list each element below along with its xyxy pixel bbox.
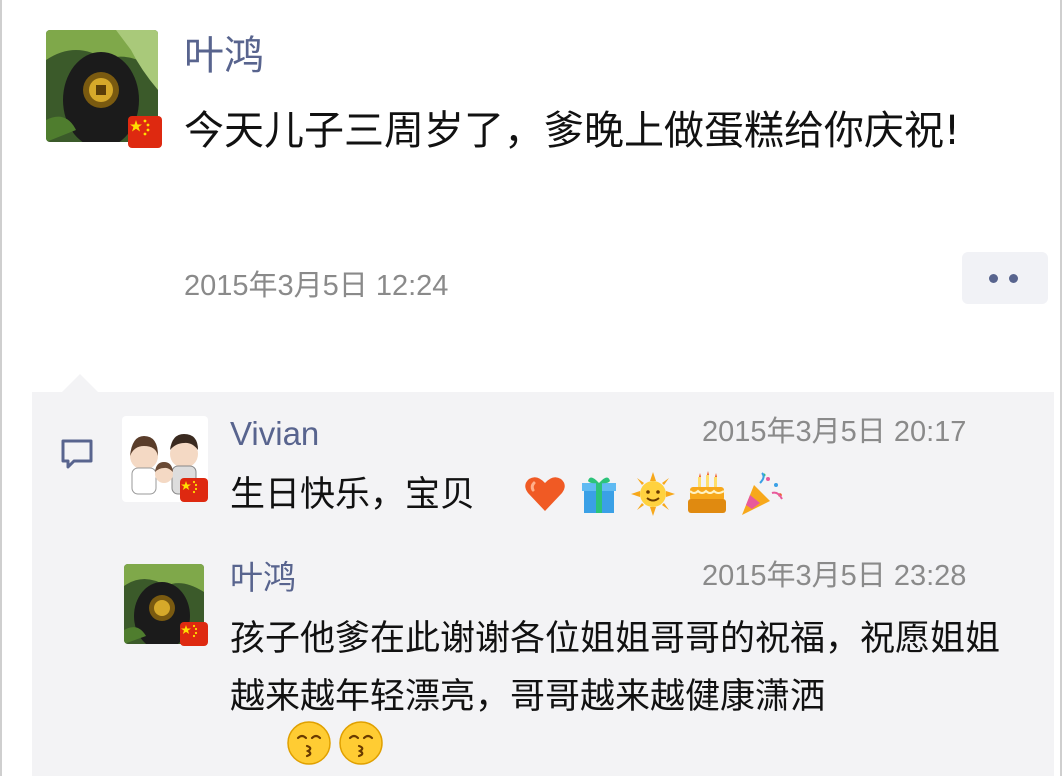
post-author-name[interactable]: 叶鸿 [184, 30, 264, 82]
more-dot-icon [1009, 274, 1018, 283]
comment-timestamp: 2015年3月5日 20:17 [702, 416, 967, 448]
post-timestamp: 2015年3月5日 12:24 [184, 270, 449, 302]
gift-icon [576, 471, 622, 517]
more-actions-button[interactable] [962, 252, 1048, 304]
china-flag-icon [180, 622, 208, 646]
comment-emoji-row [522, 468, 784, 520]
post-text: 今天儿子三周岁了，爹晚上做蛋糕给你庆祝! [184, 108, 961, 154]
china-flag-icon [128, 116, 162, 148]
commenter-name[interactable]: Vivian [230, 412, 319, 456]
more-dot-icon [989, 274, 998, 283]
comment-box-caret [62, 374, 98, 392]
comment-text: 孩子他爹在此谢谢各位姐姐哥哥的祝福，祝愿姐姐越来越年轻漂亮，哥哥越来越健康潇洒 [230, 619, 1001, 717]
cake-icon [684, 471, 730, 517]
heart-icon [522, 471, 568, 517]
comment-text: 生日快乐，宝贝 [230, 475, 476, 515]
left-border [0, 0, 2, 776]
kiss-face-icon [338, 720, 384, 766]
comment-timestamp: 2015年3月5日 23:28 [702, 560, 967, 592]
comment-bubble-icon [60, 438, 94, 474]
china-flag-icon [180, 478, 208, 502]
kiss-face-icon [286, 720, 332, 766]
party-popper-icon [738, 471, 784, 517]
comment-emoji-row [286, 720, 384, 766]
commenter-name[interactable]: 叶鸿 [230, 556, 296, 600]
sun-icon [630, 471, 676, 517]
